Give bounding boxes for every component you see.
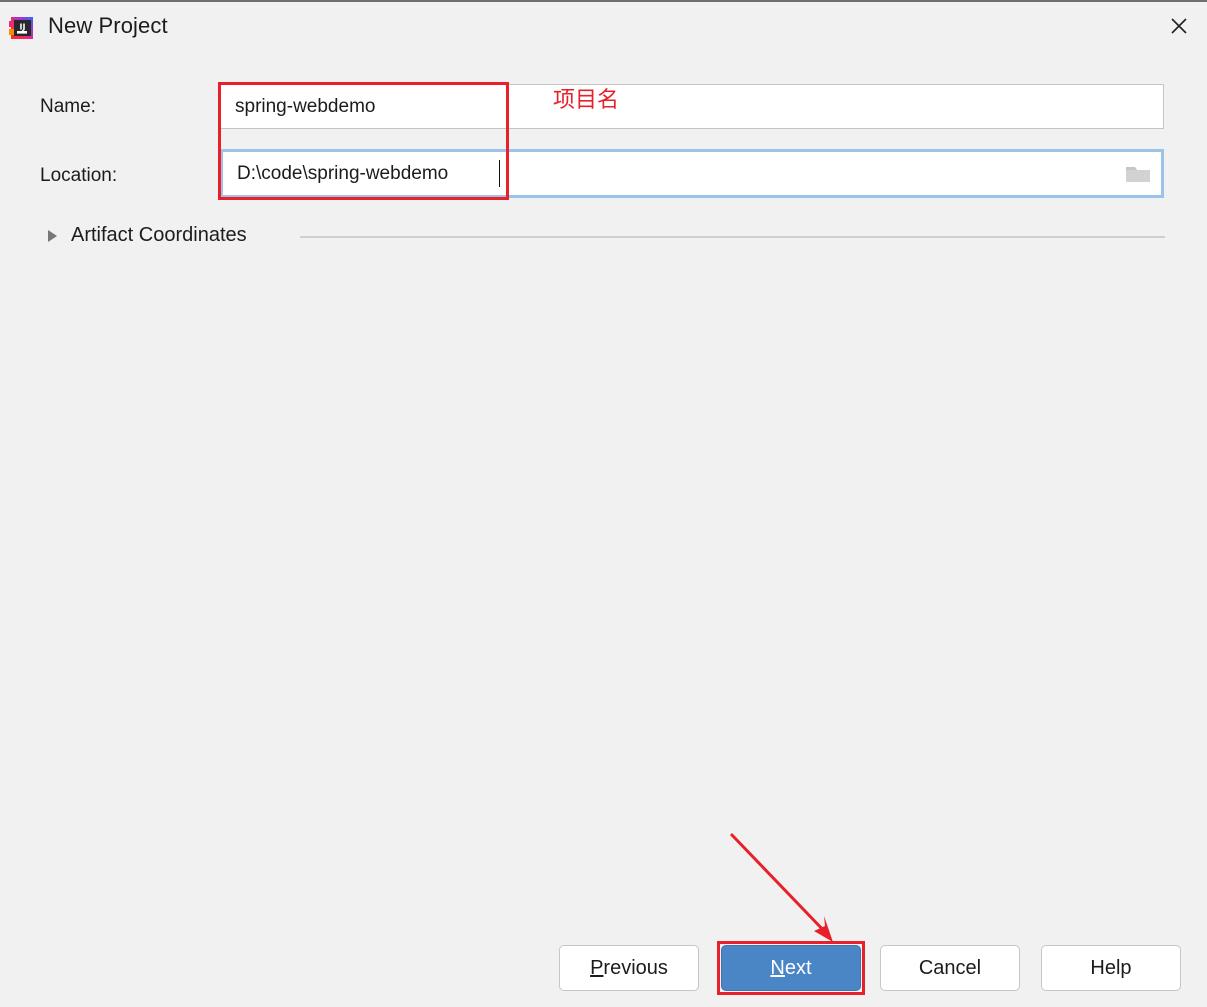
close-icon[interactable] <box>1151 2 1207 50</box>
next-button-label: ext <box>784 956 812 979</box>
next-button[interactable]: Next <box>721 945 861 991</box>
previous-button[interactable]: Previous <box>559 945 699 991</box>
annotation-label-project-name: 项目名 <box>553 88 620 113</box>
next-button-mnemonic: N <box>770 956 785 979</box>
name-label: Name: <box>40 96 96 117</box>
location-input-area <box>223 152 1115 195</box>
cancel-button[interactable]: Cancel <box>880 945 1020 991</box>
artifact-coordinates-label: Artifact Coordinates <box>71 224 247 246</box>
text-caret <box>499 160 500 187</box>
window-title: New Project <box>48 13 168 38</box>
chevron-right-icon <box>48 229 57 242</box>
project-name-input[interactable] <box>220 84 1164 129</box>
help-button[interactable]: Help <box>1041 945 1181 991</box>
help-button-label: Help <box>1090 956 1132 979</box>
location-field-wrapper <box>220 149 1164 198</box>
section-separator <box>300 236 1165 238</box>
previous-button-mnemonic: P <box>590 956 604 979</box>
previous-button-label: revious <box>603 956 668 979</box>
annotation-arrow-to-next <box>729 832 833 942</box>
location-label: Location: <box>40 165 118 186</box>
project-location-input[interactable] <box>223 152 1115 195</box>
intellij-idea-icon: IJ <box>8 14 36 42</box>
folder-icon[interactable] <box>1115 152 1161 195</box>
title-bar: IJ New Project <box>0 2 1207 54</box>
cancel-button-label: Cancel <box>918 956 982 979</box>
svg-text:IJ: IJ <box>20 23 26 32</box>
artifact-coordinates-expander[interactable]: Artifact Coordinates <box>40 224 247 247</box>
